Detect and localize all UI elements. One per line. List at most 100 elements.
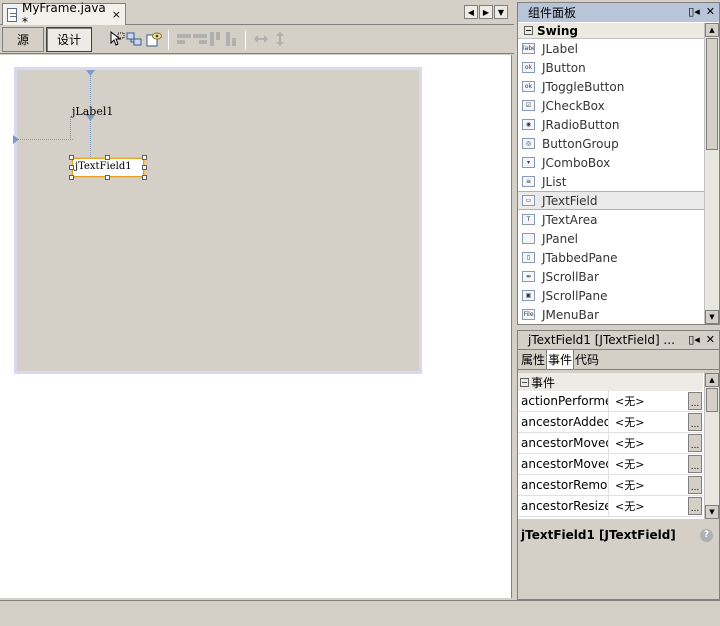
tabbed-pane-icon: ▯ bbox=[522, 252, 535, 263]
palette-item-jtogglebutton[interactable]: ok JToggleButton bbox=[518, 77, 704, 96]
palette-item-jlabel[interactable]: label JLabel bbox=[518, 39, 704, 58]
palette-item-jlist[interactable]: ≡ JList bbox=[518, 172, 704, 191]
event-row[interactable]: actionPerformed <无> ... bbox=[518, 391, 703, 412]
palette-scrollbar[interactable]: ▲ ▼ bbox=[704, 23, 719, 324]
tab-list-dropdown-button[interactable]: ▼ bbox=[494, 5, 508, 19]
horizontal-guide bbox=[17, 139, 73, 140]
align-bottom-icon[interactable] bbox=[224, 31, 240, 47]
align-right-icon[interactable] bbox=[192, 31, 208, 47]
event-row[interactable]: ancestorMoved <无> ... bbox=[518, 454, 703, 475]
scroll-tabs-right-button[interactable]: ▶ bbox=[479, 5, 493, 19]
scroll-down-button[interactable]: ▼ bbox=[705, 310, 719, 324]
horizontal-resize-icon[interactable] bbox=[253, 31, 269, 47]
scroll-down-button[interactable]: ▼ bbox=[705, 505, 719, 519]
event-row[interactable]: ancestorRemoved <无> ... bbox=[518, 475, 703, 496]
preview-design-icon[interactable] bbox=[146, 31, 162, 47]
resize-handle-s[interactable] bbox=[105, 175, 110, 180]
selection-mode-icon[interactable] bbox=[109, 31, 125, 47]
palette-item-jbutton[interactable]: ok JButton bbox=[518, 58, 704, 77]
property-description: jTextField1 [JTextField] ? bbox=[518, 523, 719, 599]
event-value[interactable]: <无> bbox=[609, 414, 688, 430]
event-value[interactable]: <无> bbox=[609, 393, 688, 409]
event-ellipsis-button[interactable]: ... bbox=[688, 455, 702, 473]
category-label: 事件 bbox=[531, 375, 556, 390]
event-ellipsis-button[interactable]: ... bbox=[688, 392, 702, 410]
palette-item-label: JTextArea bbox=[542, 212, 598, 227]
resize-handle-n[interactable] bbox=[105, 155, 110, 160]
palette-item-jcheckbox[interactable]: ☑ JCheckBox bbox=[518, 96, 704, 115]
editor-tab-bar: MyFrame.java * × ◀ ▶ ▼ bbox=[0, 0, 514, 29]
close-tab-icon[interactable]: × bbox=[112, 8, 121, 21]
palette-item-jcombobox[interactable]: ▾ JComboBox bbox=[518, 153, 704, 172]
component-palette: 组件面板 ▯◂ ✕ − Swing label JLabel ok JButto… bbox=[517, 2, 720, 325]
palette-item-jscrollpane[interactable]: ▣ JScrollPane bbox=[518, 286, 704, 305]
palette-item-label: JLabel bbox=[542, 41, 578, 56]
palette-item-jmenubar[interactable]: File JMenuBar bbox=[518, 305, 704, 324]
collapse-toggle-icon[interactable]: − bbox=[520, 377, 529, 387]
help-icon[interactable]: ? bbox=[700, 529, 713, 542]
vertical-resize-icon[interactable] bbox=[272, 31, 288, 47]
palette-item-label: JMenuBar bbox=[542, 307, 600, 322]
resize-handle-w[interactable] bbox=[69, 165, 74, 170]
palette-item-jtabbedpane[interactable]: ▯ JTabbedPane bbox=[518, 248, 704, 267]
align-left-icon[interactable] bbox=[176, 31, 192, 47]
category-swing[interactable]: − Swing bbox=[518, 23, 704, 39]
scroll-up-button[interactable]: ▲ bbox=[705, 373, 719, 387]
event-row[interactable]: ancestorResized <无> ... bbox=[518, 496, 703, 517]
jlabel1-component[interactable]: jLabel1 bbox=[72, 105, 113, 118]
scroll-tabs-left-button[interactable]: ◀ bbox=[464, 5, 478, 19]
event-ellipsis-button[interactable]: ... bbox=[688, 476, 702, 494]
align-top-icon[interactable] bbox=[208, 31, 224, 47]
palette-item-label: JTabbedPane bbox=[542, 250, 618, 265]
java-file-icon bbox=[7, 7, 17, 22]
event-row[interactable]: ancestorMoved <无> ... bbox=[518, 433, 703, 454]
vertical-guide bbox=[70, 117, 71, 140]
event-name: ancestorMoved bbox=[518, 454, 609, 474]
event-value[interactable]: <无> bbox=[609, 456, 688, 472]
palette-item-jscrollbar[interactable]: ⇹ JScrollBar bbox=[518, 267, 704, 286]
palette-item-jradiobutton[interactable]: ◉ JRadioButton bbox=[518, 115, 704, 134]
palette-item-jtextarea[interactable]: T JTextArea bbox=[518, 210, 704, 229]
palette-item-buttongroup[interactable]: ◎ ButtonGroup bbox=[518, 134, 704, 153]
resize-handle-nw[interactable] bbox=[69, 155, 74, 160]
resize-handle-sw[interactable] bbox=[69, 175, 74, 180]
jframe-form[interactable]: jLabel1 jTextField1 bbox=[13, 67, 422, 374]
file-tab-myframe[interactable]: MyFrame.java * × bbox=[2, 1, 126, 29]
design-canvas[interactable]: jLabel1 jTextField1 bbox=[0, 55, 512, 598]
palette-header: 组件面板 ▯◂ ✕ bbox=[518, 3, 719, 22]
event-value[interactable]: <无> bbox=[609, 477, 688, 493]
scroll-thumb[interactable] bbox=[706, 38, 718, 150]
checkbox-icon: ☑ bbox=[522, 100, 535, 111]
events-scrollbar[interactable]: ▲ ▼ bbox=[704, 373, 719, 519]
event-ellipsis-button[interactable]: ... bbox=[688, 434, 702, 452]
toolbar-separator bbox=[245, 30, 246, 50]
scroll-thumb[interactable] bbox=[706, 388, 718, 412]
close-palette-icon[interactable]: ✕ bbox=[706, 5, 715, 18]
close-properties-icon[interactable]: ✕ bbox=[706, 333, 715, 346]
event-value[interactable]: <无> bbox=[609, 435, 688, 451]
event-ellipsis-button[interactable]: ... bbox=[688, 413, 702, 431]
minimize-palette-icon[interactable]: ▯◂ bbox=[688, 5, 700, 18]
tab-code[interactable]: 代码 bbox=[574, 350, 600, 369]
button-group-icon: ◎ bbox=[522, 138, 535, 149]
scrollpane-icon: ▣ bbox=[522, 290, 535, 301]
resize-handle-se[interactable] bbox=[142, 175, 147, 180]
minimize-properties-icon[interactable]: ▯◂ bbox=[688, 333, 700, 346]
anchor-top-icon bbox=[86, 70, 95, 76]
combobox-icon: ▾ bbox=[522, 157, 535, 168]
tab-properties[interactable]: 属性 bbox=[520, 350, 546, 369]
tab-events[interactable]: 事件 bbox=[546, 349, 575, 370]
events-category[interactable]: − 事件 bbox=[518, 373, 703, 391]
event-row[interactable]: ancestorAdded <无> ... bbox=[518, 412, 703, 433]
design-view-button[interactable]: 设计 bbox=[46, 27, 92, 52]
resize-handle-e[interactable] bbox=[142, 165, 147, 170]
event-value[interactable]: <无> bbox=[609, 498, 688, 514]
palette-item-jpanel[interactable]: JPanel bbox=[518, 229, 704, 248]
event-ellipsis-button[interactable]: ... bbox=[688, 497, 702, 515]
source-view-button[interactable]: 源 bbox=[2, 27, 44, 52]
connection-mode-icon[interactable] bbox=[126, 31, 142, 47]
resize-handle-ne[interactable] bbox=[142, 155, 147, 160]
scroll-up-button[interactable]: ▲ bbox=[705, 23, 719, 37]
palette-item-jtextfield[interactable]: ▭ JTextField bbox=[518, 191, 704, 210]
collapse-toggle-icon[interactable]: − bbox=[524, 26, 533, 35]
